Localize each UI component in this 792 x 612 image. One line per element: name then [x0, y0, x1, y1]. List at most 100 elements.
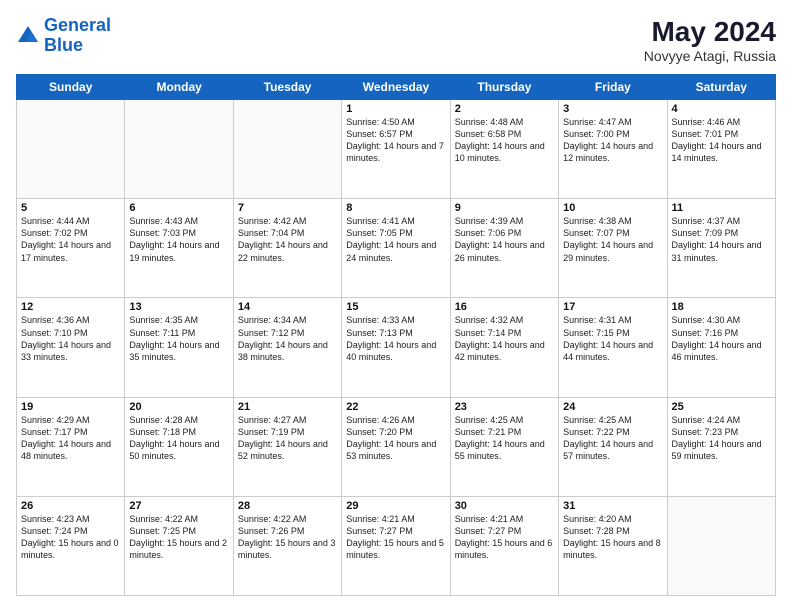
day-info: Sunrise: 4:48 AM Sunset: 6:58 PM Dayligh…	[455, 116, 554, 165]
calendar-day-header: Thursday	[450, 75, 558, 100]
calendar-day-cell: 1Sunrise: 4:50 AM Sunset: 6:57 PM Daylig…	[342, 100, 450, 199]
day-info: Sunrise: 4:41 AM Sunset: 7:05 PM Dayligh…	[346, 215, 445, 264]
calendar-day-cell: 24Sunrise: 4:25 AM Sunset: 7:22 PM Dayli…	[559, 397, 667, 496]
calendar-day-cell: 12Sunrise: 4:36 AM Sunset: 7:10 PM Dayli…	[17, 298, 125, 397]
day-number: 14	[238, 301, 337, 313]
day-info: Sunrise: 4:36 AM Sunset: 7:10 PM Dayligh…	[21, 314, 120, 363]
day-info: Sunrise: 4:35 AM Sunset: 7:11 PM Dayligh…	[129, 314, 228, 363]
day-info: Sunrise: 4:43 AM Sunset: 7:03 PM Dayligh…	[129, 215, 228, 264]
day-info: Sunrise: 4:46 AM Sunset: 7:01 PM Dayligh…	[672, 116, 771, 165]
day-number: 12	[21, 301, 120, 313]
calendar-day-cell: 19Sunrise: 4:29 AM Sunset: 7:17 PM Dayli…	[17, 397, 125, 496]
day-info: Sunrise: 4:24 AM Sunset: 7:23 PM Dayligh…	[672, 414, 771, 463]
day-number: 15	[346, 301, 445, 313]
calendar-day-header: Friday	[559, 75, 667, 100]
logo: General Blue	[16, 16, 111, 56]
day-number: 31	[563, 500, 662, 512]
day-number: 22	[346, 401, 445, 413]
calendar-day-cell: 25Sunrise: 4:24 AM Sunset: 7:23 PM Dayli…	[667, 397, 775, 496]
day-number: 7	[238, 202, 337, 214]
day-number: 18	[672, 301, 771, 313]
calendar-day-cell	[17, 100, 125, 199]
calendar-header-row: SundayMondayTuesdayWednesdayThursdayFrid…	[17, 75, 776, 100]
calendar-day-header: Sunday	[17, 75, 125, 100]
calendar-day-cell: 6Sunrise: 4:43 AM Sunset: 7:03 PM Daylig…	[125, 199, 233, 298]
day-info: Sunrise: 4:33 AM Sunset: 7:13 PM Dayligh…	[346, 314, 445, 363]
day-info: Sunrise: 4:32 AM Sunset: 7:14 PM Dayligh…	[455, 314, 554, 363]
day-number: 16	[455, 301, 554, 313]
day-number: 24	[563, 401, 662, 413]
calendar-day-cell: 16Sunrise: 4:32 AM Sunset: 7:14 PM Dayli…	[450, 298, 558, 397]
calendar-day-header: Wednesday	[342, 75, 450, 100]
calendar-day-cell: 8Sunrise: 4:41 AM Sunset: 7:05 PM Daylig…	[342, 199, 450, 298]
day-number: 26	[21, 500, 120, 512]
day-number: 13	[129, 301, 228, 313]
day-info: Sunrise: 4:25 AM Sunset: 7:22 PM Dayligh…	[563, 414, 662, 463]
calendar-day-cell: 22Sunrise: 4:26 AM Sunset: 7:20 PM Dayli…	[342, 397, 450, 496]
calendar-day-cell: 3Sunrise: 4:47 AM Sunset: 7:00 PM Daylig…	[559, 100, 667, 199]
day-info: Sunrise: 4:29 AM Sunset: 7:17 PM Dayligh…	[21, 414, 120, 463]
calendar-day-cell: 21Sunrise: 4:27 AM Sunset: 7:19 PM Dayli…	[233, 397, 341, 496]
day-number: 1	[346, 103, 445, 115]
day-number: 23	[455, 401, 554, 413]
calendar-day-cell: 27Sunrise: 4:22 AM Sunset: 7:25 PM Dayli…	[125, 496, 233, 595]
day-info: Sunrise: 4:28 AM Sunset: 7:18 PM Dayligh…	[129, 414, 228, 463]
calendar-day-cell: 13Sunrise: 4:35 AM Sunset: 7:11 PM Dayli…	[125, 298, 233, 397]
calendar-day-cell: 7Sunrise: 4:42 AM Sunset: 7:04 PM Daylig…	[233, 199, 341, 298]
day-info: Sunrise: 4:25 AM Sunset: 7:21 PM Dayligh…	[455, 414, 554, 463]
calendar-day-cell: 29Sunrise: 4:21 AM Sunset: 7:27 PM Dayli…	[342, 496, 450, 595]
calendar-week-row: 5Sunrise: 4:44 AM Sunset: 7:02 PM Daylig…	[17, 199, 776, 298]
calendar-table: SundayMondayTuesdayWednesdayThursdayFrid…	[16, 74, 776, 596]
calendar-day-cell: 31Sunrise: 4:20 AM Sunset: 7:28 PM Dayli…	[559, 496, 667, 595]
calendar-day-cell: 10Sunrise: 4:38 AM Sunset: 7:07 PM Dayli…	[559, 199, 667, 298]
calendar-day-cell	[233, 100, 341, 199]
calendar-day-cell	[125, 100, 233, 199]
calendar-day-cell: 30Sunrise: 4:21 AM Sunset: 7:27 PM Dayli…	[450, 496, 558, 595]
calendar-day-cell: 5Sunrise: 4:44 AM Sunset: 7:02 PM Daylig…	[17, 199, 125, 298]
day-number: 11	[672, 202, 771, 214]
day-number: 8	[346, 202, 445, 214]
day-info: Sunrise: 4:21 AM Sunset: 7:27 PM Dayligh…	[455, 513, 554, 562]
calendar-day-cell: 14Sunrise: 4:34 AM Sunset: 7:12 PM Dayli…	[233, 298, 341, 397]
logo-text: General Blue	[44, 16, 111, 56]
day-number: 28	[238, 500, 337, 512]
day-info: Sunrise: 4:31 AM Sunset: 7:15 PM Dayligh…	[563, 314, 662, 363]
day-number: 27	[129, 500, 228, 512]
day-info: Sunrise: 4:23 AM Sunset: 7:24 PM Dayligh…	[21, 513, 120, 562]
calendar-week-row: 1Sunrise: 4:50 AM Sunset: 6:57 PM Daylig…	[17, 100, 776, 199]
day-number: 9	[455, 202, 554, 214]
day-number: 10	[563, 202, 662, 214]
calendar-day-cell: 18Sunrise: 4:30 AM Sunset: 7:16 PM Dayli…	[667, 298, 775, 397]
day-info: Sunrise: 4:38 AM Sunset: 7:07 PM Dayligh…	[563, 215, 662, 264]
calendar-day-header: Monday	[125, 75, 233, 100]
calendar-day-cell: 28Sunrise: 4:22 AM Sunset: 7:26 PM Dayli…	[233, 496, 341, 595]
day-info: Sunrise: 4:37 AM Sunset: 7:09 PM Dayligh…	[672, 215, 771, 264]
day-info: Sunrise: 4:20 AM Sunset: 7:28 PM Dayligh…	[563, 513, 662, 562]
day-info: Sunrise: 4:30 AM Sunset: 7:16 PM Dayligh…	[672, 314, 771, 363]
calendar-week-row: 19Sunrise: 4:29 AM Sunset: 7:17 PM Dayli…	[17, 397, 776, 496]
calendar-day-header: Tuesday	[233, 75, 341, 100]
day-info: Sunrise: 4:42 AM Sunset: 7:04 PM Dayligh…	[238, 215, 337, 264]
subtitle: Novyye Atagi, Russia	[644, 48, 776, 64]
day-number: 29	[346, 500, 445, 512]
day-info: Sunrise: 4:39 AM Sunset: 7:06 PM Dayligh…	[455, 215, 554, 264]
day-info: Sunrise: 4:27 AM Sunset: 7:19 PM Dayligh…	[238, 414, 337, 463]
calendar-day-cell: 2Sunrise: 4:48 AM Sunset: 6:58 PM Daylig…	[450, 100, 558, 199]
day-number: 25	[672, 401, 771, 413]
day-number: 5	[21, 202, 120, 214]
title-block: May 2024 Novyye Atagi, Russia	[644, 16, 776, 64]
day-info: Sunrise: 4:21 AM Sunset: 7:27 PM Dayligh…	[346, 513, 445, 562]
calendar-day-cell: 4Sunrise: 4:46 AM Sunset: 7:01 PM Daylig…	[667, 100, 775, 199]
calendar-week-row: 12Sunrise: 4:36 AM Sunset: 7:10 PM Dayli…	[17, 298, 776, 397]
calendar-day-cell: 9Sunrise: 4:39 AM Sunset: 7:06 PM Daylig…	[450, 199, 558, 298]
day-number: 21	[238, 401, 337, 413]
day-info: Sunrise: 4:44 AM Sunset: 7:02 PM Dayligh…	[21, 215, 120, 264]
day-info: Sunrise: 4:47 AM Sunset: 7:00 PM Dayligh…	[563, 116, 662, 165]
header: General Blue May 2024 Novyye Atagi, Russ…	[16, 16, 776, 64]
day-number: 2	[455, 103, 554, 115]
day-info: Sunrise: 4:26 AM Sunset: 7:20 PM Dayligh…	[346, 414, 445, 463]
day-number: 4	[672, 103, 771, 115]
calendar-day-cell: 11Sunrise: 4:37 AM Sunset: 7:09 PM Dayli…	[667, 199, 775, 298]
day-info: Sunrise: 4:34 AM Sunset: 7:12 PM Dayligh…	[238, 314, 337, 363]
calendar-day-cell: 23Sunrise: 4:25 AM Sunset: 7:21 PM Dayli…	[450, 397, 558, 496]
